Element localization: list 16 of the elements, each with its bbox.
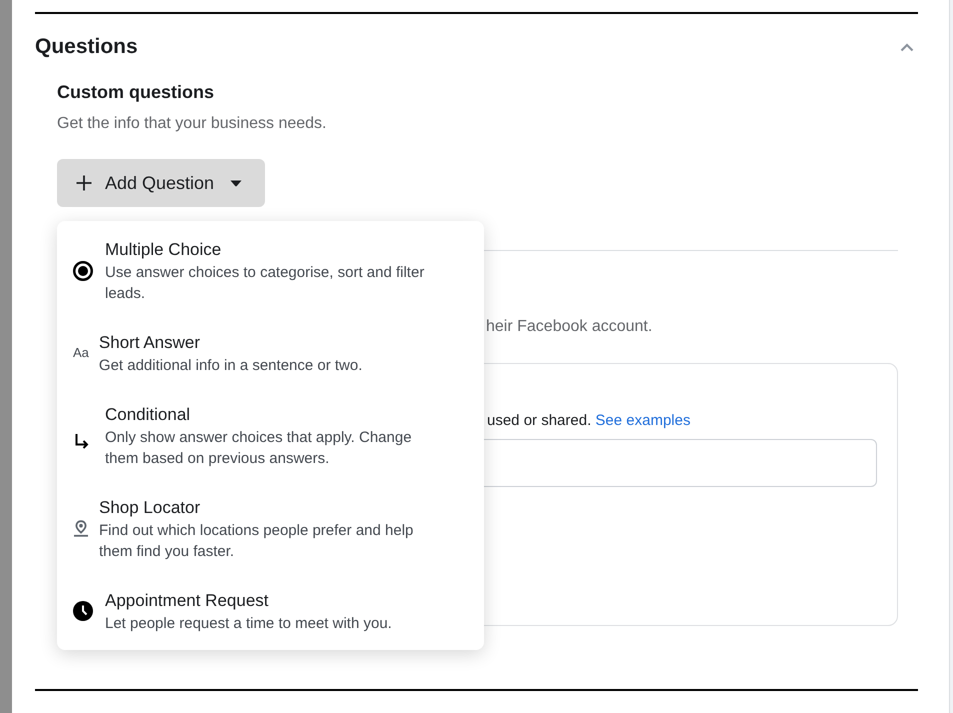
menu-item-title: Shop Locator <box>99 497 200 519</box>
menu-item-title: Multiple Choice <box>105 239 222 261</box>
menu-item-title: Short Answer <box>98 332 200 354</box>
text-format-icon: Aa <box>73 346 89 360</box>
menu-item-description: Find out which locations people prefer and help them find you faster. <box>99 521 414 562</box>
menu-item-description: Let people request a time to meet with you. <box>105 614 392 634</box>
subsection-description: Get the info that your business needs. <box>57 114 326 134</box>
menu-item-description: Use answer choices to categorise, sort and filter leads. <box>105 263 426 304</box>
menu-item-description: Only show answer choices that apply. Change them based on previous answers. <box>105 428 413 469</box>
section-title: Questions <box>35 34 138 60</box>
section-description: heir Facebook account. <box>486 317 652 337</box>
menu-item-title: Appointment Request <box>105 590 268 612</box>
menu-item-title: Conditional <box>105 404 190 426</box>
menu-item-description: Get additional info in a sentence or two. <box>98 356 362 376</box>
card-text: used or shared. See examples <box>487 411 690 431</box>
subsection-title: Custom questions <box>57 81 214 104</box>
